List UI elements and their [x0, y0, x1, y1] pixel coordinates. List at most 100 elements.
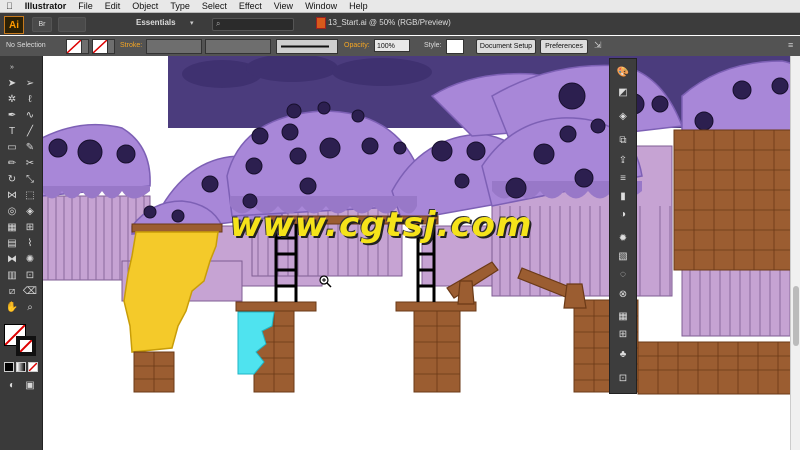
color-panel-icon[interactable]: 🎨	[615, 65, 631, 79]
perspective-grid-tool-icon[interactable]: ▦	[4, 220, 20, 234]
stroke-weight-field[interactable]	[146, 39, 202, 54]
swatches-panel-icon[interactable]: ◌	[615, 267, 631, 281]
type-tool-icon[interactable]: T	[4, 124, 20, 138]
panel-menu-icon[interactable]: ≡	[788, 40, 793, 50]
graphic-style-swatch[interactable]	[446, 39, 464, 54]
align-panel-icon[interactable]: ⊞	[615, 327, 631, 341]
gradient-mode-button[interactable]	[16, 362, 26, 372]
scissors-tool-icon[interactable]: ✂	[22, 156, 38, 170]
arrange-icon[interactable]: ⇲	[594, 40, 602, 51]
scrollbar-thumb[interactable]	[793, 286, 799, 346]
screen-mode-icon[interactable]: ▣	[22, 378, 38, 392]
panel-dock: 🎨 ◩ ◈ ⧉ ⇪ ≡ ▮ ◑ ✹ ▧ ◌ ⊗ ▦ ⊞ ♣ ⊡	[609, 58, 637, 394]
mesh-tool-icon[interactable]: ⊞	[22, 220, 38, 234]
menu-type[interactable]: Type	[164, 1, 196, 11]
gradient-tool-icon[interactable]: ▤	[4, 236, 20, 250]
pathfinder-panel-icon[interactable]: ♣	[615, 347, 631, 361]
arrange-documents-button[interactable]	[58, 17, 86, 32]
graphic-styles-panel-icon[interactable]: ▧	[615, 249, 631, 263]
rectangle-tool-icon[interactable]: ▭	[4, 140, 20, 154]
bridge-button[interactable]: Br	[32, 17, 52, 32]
artboard-canvas[interactable]	[42, 56, 800, 450]
zoom-tool-icon[interactable]: ⌕	[22, 300, 38, 314]
mac-menu-bar:  Illustrator File Edit Object Type Sele…	[0, 0, 800, 13]
illustrator-logo: Ai	[4, 16, 24, 34]
workspace-chevron-icon[interactable]: ▾	[190, 19, 194, 27]
cheese-cap	[131, 223, 223, 233]
artwork	[42, 56, 800, 395]
pencil-tool-icon[interactable]: ✏	[4, 156, 20, 170]
brushes-panel-icon[interactable]: ⊗	[615, 287, 631, 301]
opacity-label[interactable]: Opacity:	[344, 42, 370, 49]
vertical-scrollbar[interactable]	[790, 56, 800, 450]
stroke-dropdown[interactable]	[107, 39, 115, 54]
menu-edit[interactable]: Edit	[99, 1, 127, 11]
apple-menu-icon[interactable]: 	[0, 1, 19, 11]
direct-selection-tool-icon[interactable]: ➢	[22, 76, 38, 90]
paintbrush-tool-icon[interactable]: ✎	[22, 140, 38, 154]
appearance-panel-icon[interactable]: ✹	[615, 231, 631, 245]
graph-tool-icon[interactable]: ▥	[4, 268, 20, 282]
transparency-panel-icon[interactable]: ◑	[615, 207, 631, 221]
stroke-panel-icon[interactable]: ≡	[615, 171, 631, 185]
menu-object[interactable]: Object	[126, 1, 164, 11]
fill-dropdown[interactable]	[81, 39, 89, 54]
stroke-label[interactable]: Stroke:	[120, 42, 142, 49]
transform-panel-icon[interactable]: ⊡	[615, 371, 631, 385]
menu-window[interactable]: Window	[299, 1, 343, 11]
tools-panel: » ➤ ➢ ✲ ℓ ✒ ∿ T ╱ ▭ ✎ ✏ ✂ ↻ ⤡ ⋈ ⬚ ◎ ◈ ▦ …	[0, 56, 43, 450]
brick-wall-right	[673, 129, 800, 271]
menu-select[interactable]: Select	[196, 1, 233, 11]
menu-app-name[interactable]: Illustrator	[19, 1, 73, 11]
width-tool-icon[interactable]: ⋈	[4, 188, 20, 202]
magic-wand-tool-icon[interactable]: ✲	[4, 92, 20, 106]
menu-help[interactable]: Help	[343, 1, 374, 11]
asset-export-panel-icon[interactable]: ⇪	[615, 153, 631, 167]
live-paint-tool-icon[interactable]: ◈	[22, 204, 38, 218]
watermark: www.cgtsj.com	[230, 205, 533, 245]
stroke-color-swatch[interactable]	[16, 336, 36, 356]
color-guide-panel-icon[interactable]: ◩	[615, 85, 631, 99]
workspace-switcher[interactable]: Essentials	[136, 18, 176, 27]
brush-definition[interactable]	[276, 39, 338, 54]
menu-file[interactable]: File	[72, 1, 99, 11]
slice-tool-icon[interactable]: ⧄	[4, 284, 20, 298]
stroke-swatch[interactable]	[92, 39, 108, 54]
line-tool-icon[interactable]: ╱	[22, 124, 38, 138]
selection-tool-icon[interactable]: ➤	[4, 76, 20, 90]
color-mode-button[interactable]	[4, 362, 14, 372]
search-field[interactable]: ⌕	[212, 18, 294, 31]
symbols-panel-icon[interactable]: ▦	[615, 309, 631, 323]
gradient-panel-icon[interactable]: ▮	[615, 189, 631, 203]
application-bar: Ai Br Essentials ▾ ⌕ 13_Start.ai @ 50% (…	[0, 13, 800, 35]
menu-effect[interactable]: Effect	[233, 1, 268, 11]
eraser-tool-icon[interactable]: ⌫	[22, 284, 38, 298]
document-title: 13_Start.ai @ 50% (RGB/Preview)	[328, 18, 451, 27]
symbol-sprayer-tool-icon[interactable]: ✺	[22, 252, 38, 266]
document-setup-button[interactable]: Document Setup	[476, 39, 536, 54]
preferences-button[interactable]: Preferences	[540, 39, 588, 54]
shape-builder-tool-icon[interactable]: ◎	[4, 204, 20, 218]
opacity-field[interactable]: 100%	[374, 39, 410, 52]
fill-stroke-control[interactable]	[4, 324, 38, 358]
draw-mode-icon[interactable]: ◐	[4, 378, 20, 392]
lasso-tool-icon[interactable]: ℓ	[22, 92, 38, 106]
pen-tool-icon[interactable]: ✒	[4, 108, 20, 122]
scale-tool-icon[interactable]: ⤡	[22, 172, 38, 186]
panel-collapse-icon[interactable]: »	[4, 60, 20, 74]
layers-panel-icon[interactable]: ◈	[615, 109, 631, 123]
none-mode-button[interactable]	[28, 362, 38, 372]
free-transform-tool-icon[interactable]: ⬚	[22, 188, 38, 202]
document-icon	[316, 17, 326, 29]
artboards-panel-icon[interactable]: ⧉	[615, 133, 631, 147]
artboard-tool-icon[interactable]: ⊡	[22, 268, 38, 282]
style-label: Style:	[424, 42, 442, 49]
variable-width-profile[interactable]	[205, 39, 271, 54]
menu-view[interactable]: View	[268, 1, 299, 11]
rotate-tool-icon[interactable]: ↻	[4, 172, 20, 186]
fill-swatch[interactable]	[66, 39, 82, 54]
eyedropper-tool-icon[interactable]: ⌇	[22, 236, 38, 250]
hand-tool-icon[interactable]: ✋	[4, 300, 20, 314]
curvature-tool-icon[interactable]: ∿	[22, 108, 38, 122]
blend-tool-icon[interactable]: ⧓	[4, 252, 20, 266]
